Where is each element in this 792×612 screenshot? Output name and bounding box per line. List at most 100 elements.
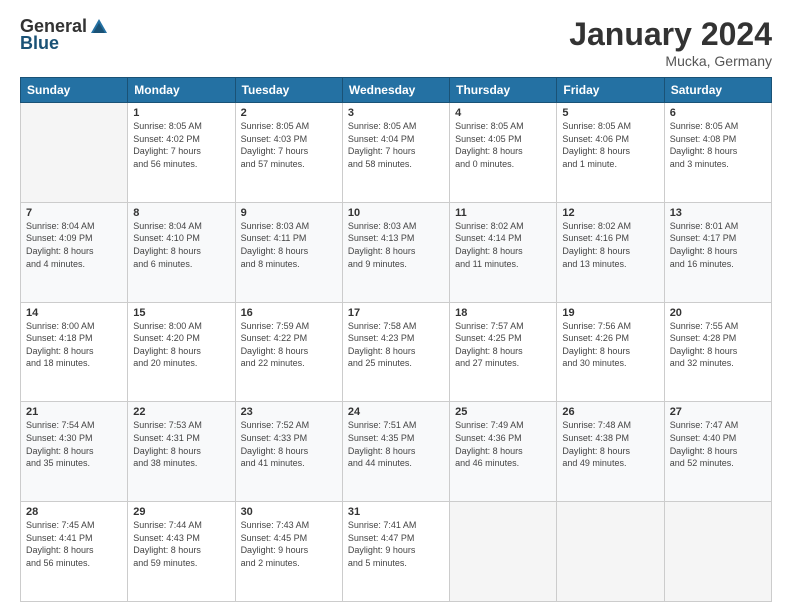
calendar-header-row: Sunday Monday Tuesday Wednesday Thursday… (21, 78, 772, 103)
day-info-line: Daylight: 8 hours (455, 345, 551, 358)
day-info-line: Sunset: 4:09 PM (26, 232, 122, 245)
day-info-line: and 2 minutes. (241, 557, 337, 570)
calendar-cell: 13Sunrise: 8:01 AMSunset: 4:17 PMDayligh… (664, 202, 771, 302)
day-number: 19 (562, 307, 658, 319)
day-info: Sunrise: 7:57 AMSunset: 4:25 PMDaylight:… (455, 320, 551, 370)
calendar-cell: 4Sunrise: 8:05 AMSunset: 4:05 PMDaylight… (450, 103, 557, 203)
day-info-line: Sunrise: 7:51 AM (348, 419, 444, 432)
day-info: Sunrise: 7:55 AMSunset: 4:28 PMDaylight:… (670, 320, 766, 370)
day-info-line: Sunset: 4:40 PM (670, 432, 766, 445)
calendar-cell (450, 502, 557, 602)
day-number: 14 (26, 307, 122, 319)
day-info-line: Daylight: 8 hours (133, 345, 229, 358)
calendar-cell: 25Sunrise: 7:49 AMSunset: 4:36 PMDayligh… (450, 402, 557, 502)
day-info-line: Daylight: 8 hours (348, 245, 444, 258)
day-info-line: Sunrise: 7:53 AM (133, 419, 229, 432)
header-thursday: Thursday (450, 78, 557, 103)
calendar-cell: 15Sunrise: 8:00 AMSunset: 4:20 PMDayligh… (128, 302, 235, 402)
day-info-line: Daylight: 8 hours (26, 544, 122, 557)
day-info-line: Sunset: 4:47 PM (348, 532, 444, 545)
calendar-cell: 19Sunrise: 7:56 AMSunset: 4:26 PMDayligh… (557, 302, 664, 402)
day-info-line: and 4 minutes. (26, 258, 122, 271)
day-info-line: Daylight: 8 hours (562, 145, 658, 158)
day-info-line: Sunrise: 7:59 AM (241, 320, 337, 333)
day-info-line: Daylight: 8 hours (26, 445, 122, 458)
calendar-cell: 7Sunrise: 8:04 AMSunset: 4:09 PMDaylight… (21, 202, 128, 302)
day-info: Sunrise: 8:04 AMSunset: 4:09 PMDaylight:… (26, 220, 122, 270)
location: Mucka, Germany (569, 53, 772, 69)
day-info-line: Sunset: 4:36 PM (455, 432, 551, 445)
calendar-week-2: 14Sunrise: 8:00 AMSunset: 4:18 PMDayligh… (21, 302, 772, 402)
day-info-line: Sunrise: 8:05 AM (670, 120, 766, 133)
day-info: Sunrise: 7:56 AMSunset: 4:26 PMDaylight:… (562, 320, 658, 370)
calendar-week-3: 21Sunrise: 7:54 AMSunset: 4:30 PMDayligh… (21, 402, 772, 502)
day-info-line: Daylight: 8 hours (455, 145, 551, 158)
day-info-line: Sunset: 4:45 PM (241, 532, 337, 545)
day-info-line: Daylight: 8 hours (241, 245, 337, 258)
day-number: 11 (455, 207, 551, 219)
day-info-line: Sunrise: 7:49 AM (455, 419, 551, 432)
day-info-line: Daylight: 8 hours (455, 445, 551, 458)
day-number: 2 (241, 107, 337, 119)
calendar-cell (557, 502, 664, 602)
day-info-line: Sunrise: 8:03 AM (241, 220, 337, 233)
logo: General Blue (20, 16, 109, 54)
day-info-line: and 6 minutes. (133, 258, 229, 271)
day-info-line: Sunrise: 8:01 AM (670, 220, 766, 233)
calendar-cell: 18Sunrise: 7:57 AMSunset: 4:25 PMDayligh… (450, 302, 557, 402)
calendar-table: Sunday Monday Tuesday Wednesday Thursday… (20, 77, 772, 602)
day-number: 23 (241, 406, 337, 418)
day-info-line: Sunrise: 8:05 AM (348, 120, 444, 133)
day-info-line: Sunset: 4:14 PM (455, 232, 551, 245)
day-number: 8 (133, 207, 229, 219)
day-info-line: Daylight: 8 hours (26, 345, 122, 358)
day-info-line: and 20 minutes. (133, 357, 229, 370)
day-number: 16 (241, 307, 337, 319)
day-number: 25 (455, 406, 551, 418)
day-info: Sunrise: 8:00 AMSunset: 4:18 PMDaylight:… (26, 320, 122, 370)
day-info-line: Daylight: 8 hours (133, 245, 229, 258)
day-info: Sunrise: 8:03 AMSunset: 4:11 PMDaylight:… (241, 220, 337, 270)
day-info-line: Daylight: 8 hours (348, 345, 444, 358)
day-number: 6 (670, 107, 766, 119)
day-number: 13 (670, 207, 766, 219)
day-info-line: and 11 minutes. (455, 258, 551, 271)
day-info-line: Daylight: 8 hours (670, 445, 766, 458)
day-info-line: Daylight: 9 hours (348, 544, 444, 557)
day-info-line: Sunset: 4:16 PM (562, 232, 658, 245)
day-info-line: Sunrise: 8:00 AM (26, 320, 122, 333)
day-number: 22 (133, 406, 229, 418)
day-info: Sunrise: 8:02 AMSunset: 4:14 PMDaylight:… (455, 220, 551, 270)
day-info-line: Sunset: 4:11 PM (241, 232, 337, 245)
day-info-line: Sunrise: 8:05 AM (133, 120, 229, 133)
day-info-line: Sunset: 4:28 PM (670, 332, 766, 345)
day-number: 7 (26, 207, 122, 219)
day-info: Sunrise: 7:45 AMSunset: 4:41 PMDaylight:… (26, 519, 122, 569)
calendar-cell: 10Sunrise: 8:03 AMSunset: 4:13 PMDayligh… (342, 202, 449, 302)
day-info-line: Sunrise: 7:57 AM (455, 320, 551, 333)
day-info-line: Sunset: 4:02 PM (133, 133, 229, 146)
day-info-line: Daylight: 8 hours (670, 245, 766, 258)
day-info-line: and 9 minutes. (348, 258, 444, 271)
day-info-line: Sunset: 4:17 PM (670, 232, 766, 245)
day-info-line: Sunset: 4:26 PM (562, 332, 658, 345)
day-info-line: and 56 minutes. (133, 158, 229, 171)
day-info-line: Sunset: 4:43 PM (133, 532, 229, 545)
day-number: 28 (26, 506, 122, 518)
day-info: Sunrise: 8:01 AMSunset: 4:17 PMDaylight:… (670, 220, 766, 270)
day-info-line: Sunrise: 8:05 AM (455, 120, 551, 133)
day-info-line: Sunset: 4:08 PM (670, 133, 766, 146)
day-info-line: Daylight: 9 hours (241, 544, 337, 557)
day-info-line: Sunrise: 8:00 AM (133, 320, 229, 333)
day-info-line: Daylight: 7 hours (348, 145, 444, 158)
day-info-line: and 57 minutes. (241, 158, 337, 171)
day-number: 17 (348, 307, 444, 319)
day-number: 20 (670, 307, 766, 319)
day-info-line: and 41 minutes. (241, 457, 337, 470)
day-number: 31 (348, 506, 444, 518)
day-info-line: Sunset: 4:23 PM (348, 332, 444, 345)
calendar-cell: 5Sunrise: 8:05 AMSunset: 4:06 PMDaylight… (557, 103, 664, 203)
calendar-cell: 23Sunrise: 7:52 AMSunset: 4:33 PMDayligh… (235, 402, 342, 502)
calendar-cell: 6Sunrise: 8:05 AMSunset: 4:08 PMDaylight… (664, 103, 771, 203)
day-number: 5 (562, 107, 658, 119)
